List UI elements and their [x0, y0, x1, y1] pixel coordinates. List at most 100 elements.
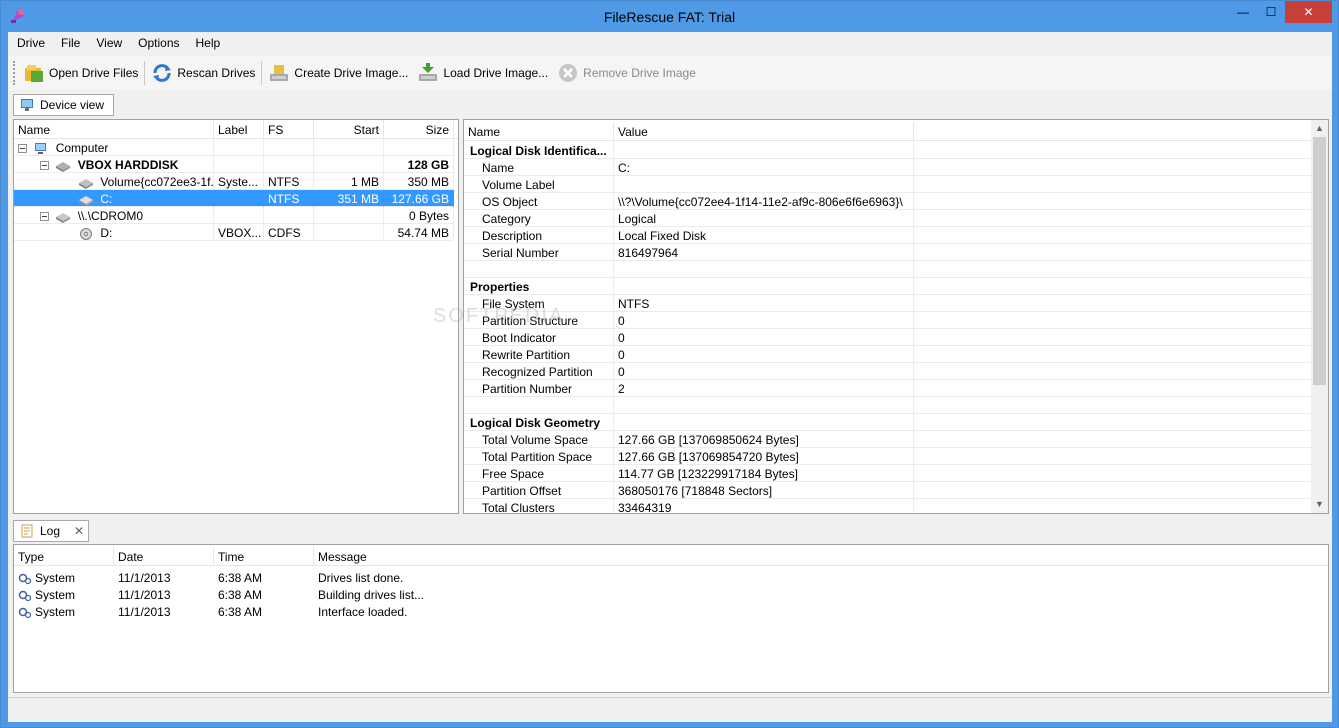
load-image-icon	[417, 62, 439, 84]
props-filler-cell	[914, 346, 1313, 363]
tree-row-c-drive[interactable]: C: NTFS 351 MB 127.66 GB	[14, 190, 454, 207]
props-name-cell: Total Partition Space	[464, 448, 614, 465]
props-row[interactable]: Partition Structure 0	[464, 312, 1313, 329]
props-row[interactable]: Total Partition Space 127.66 GB [13706985…	[464, 448, 1313, 465]
props-section-row[interactable]: Logical Disk Identifica...	[464, 142, 1313, 159]
load-drive-image-button[interactable]: Load Drive Image...	[414, 59, 551, 87]
props-row[interactable]: Boot Indicator 0	[464, 329, 1313, 346]
tree-cell-size: 0 Bytes	[384, 207, 454, 224]
props-row[interactable]	[464, 397, 1313, 414]
props-filler-cell	[914, 261, 1313, 278]
log-type-label: System	[35, 571, 76, 585]
scroll-thumb[interactable]	[1313, 137, 1326, 385]
props-vertical-scrollbar[interactable]: ▲ ▼	[1311, 120, 1328, 513]
props-row[interactable]: Category Logical	[464, 210, 1313, 227]
tab-log-close[interactable]: ✕	[74, 524, 84, 538]
tree-cell-size: 350 MB	[384, 173, 454, 190]
props-row[interactable]: Total Volume Space 127.66 GB [13706985062…	[464, 431, 1313, 448]
props-header-value[interactable]: Value	[614, 122, 914, 141]
props-value-cell: \\?\Volume{cc072ee4-1f14-11e2-af9c-806e6…	[614, 193, 914, 210]
collapse-toggle[interactable]	[40, 161, 49, 171]
cdrom-drive-icon	[55, 211, 71, 223]
collapse-toggle[interactable]	[18, 144, 27, 154]
props-header-name[interactable]: Name	[464, 122, 614, 141]
title-bar[interactable]: FileRescue FAT: Trial — ☐ ✕	[1, 1, 1338, 32]
remove-drive-image-button[interactable]: Remove Drive Image	[554, 59, 699, 87]
collapse-toggle[interactable]	[40, 212, 49, 222]
tree-row-vbox-harddisk[interactable]: VBOX HARDDISK 128 GB	[14, 156, 454, 173]
log-cell-message: Interface loaded.	[318, 605, 408, 619]
tree-cell-fs	[264, 207, 314, 224]
menu-file[interactable]: File	[53, 32, 88, 54]
tree-cell-start	[314, 156, 384, 173]
props-row[interactable]: Partition Number 2	[464, 380, 1313, 397]
menu-options[interactable]: Options	[130, 32, 187, 54]
rescan-drives-button[interactable]: Rescan Drives	[148, 59, 258, 87]
tab-log-label: Log	[40, 524, 61, 538]
minimize-button[interactable]: —	[1229, 1, 1257, 23]
tree-cell-size: 128 GB	[384, 156, 454, 173]
tree-header-label[interactable]: Label	[214, 120, 264, 139]
tree-header-fs[interactable]: FS	[264, 120, 314, 139]
tree-header-start[interactable]: Start	[314, 120, 384, 139]
props-row[interactable]	[464, 261, 1313, 278]
props-row[interactable]: Rewrite Partition 0	[464, 346, 1313, 363]
log-type-label: System	[35, 588, 76, 602]
props-name-cell: Free Space	[464, 465, 614, 482]
tree-cell-start	[314, 207, 384, 224]
props-row[interactable]: File System NTFS	[464, 295, 1313, 312]
props-row[interactable]: Name C:	[464, 159, 1313, 176]
tree-header-size[interactable]: Size	[384, 120, 454, 139]
log-header-date[interactable]: Date	[114, 547, 214, 566]
props-row[interactable]: Serial Number 816497964	[464, 244, 1313, 261]
open-drive-files-button[interactable]: Open Drive Files	[20, 59, 141, 87]
tree-cell-fs: NTFS	[264, 173, 314, 190]
create-drive-image-button[interactable]: Create Drive Image...	[265, 59, 411, 87]
volume-icon	[78, 194, 94, 206]
log-grid[interactable]: Type Date Time Message System 11/1/2013 6:…	[13, 544, 1329, 693]
props-header-filler	[914, 122, 1313, 141]
tree-row-d-drive[interactable]: D: VBOX... CDFS 54.74 MB	[14, 224, 454, 241]
rescan-drives-label: Rescan Drives	[177, 66, 256, 80]
props-row[interactable]: Recognized Partition 0	[464, 363, 1313, 380]
log-cell-type: System	[14, 569, 114, 586]
scroll-up-arrow[interactable]: ▲	[1311, 120, 1328, 137]
log-header-message[interactable]: Message	[314, 547, 1328, 566]
props-row[interactable]: OS Object \\?\Volume{cc072ee4-1f14-11e2-a…	[464, 193, 1313, 210]
close-button[interactable]: ✕	[1285, 1, 1332, 23]
scroll-down-arrow[interactable]: ▼	[1311, 496, 1328, 513]
menu-view[interactable]: View	[88, 32, 130, 54]
properties-grid[interactable]: Name Value Logical Disk Identifica... Nam…	[463, 119, 1329, 514]
tree-header-name[interactable]: Name	[14, 120, 214, 139]
props-name-cell: Boot Indicator	[464, 329, 614, 346]
tab-log[interactable]: Log ✕	[13, 520, 89, 542]
props-value-cell: NTFS	[614, 295, 914, 312]
log-row[interactable]: System 11/1/2013 6:38 AM Building drives li…	[14, 586, 1328, 603]
props-row[interactable]: Total Clusters 33464319	[464, 499, 1313, 513]
maximize-button[interactable]: ☐	[1257, 1, 1285, 23]
tree-cell-label: Syste...	[214, 173, 264, 190]
props-section-row[interactable]: Logical Disk Geometry	[464, 414, 1313, 431]
props-value-cell: 816497964	[614, 244, 914, 261]
tree-cell-label	[214, 190, 264, 207]
props-section-row[interactable]: Properties	[464, 278, 1313, 295]
device-tree[interactable]: Name Label FS Start Size Computer VBOX H…	[13, 119, 459, 514]
tree-row-volume[interactable]: Volume{cc072ee3-1f... Syste... NTFS 1 MB…	[14, 173, 454, 190]
menu-help[interactable]: Help	[188, 32, 229, 54]
log-header-type[interactable]: Type	[14, 547, 114, 566]
props-filler-cell	[914, 278, 1313, 295]
log-row[interactable]: System 11/1/2013 6:38 AM Interface loaded.	[14, 603, 1328, 620]
props-row[interactable]: Partition Offset 368050176 [718848 Sector…	[464, 482, 1313, 499]
log-row[interactable]: System 11/1/2013 6:38 AM Drives list done.	[14, 569, 1328, 586]
menu-drive[interactable]: Drive	[8, 32, 53, 54]
tab-device-view[interactable]: Device view	[13, 94, 114, 116]
tree-row-cdrom[interactable]: \\.\CDROM0 0 Bytes	[14, 207, 454, 224]
tree-row-computer[interactable]: Computer	[14, 139, 454, 156]
log-cell-time: 6:38 AM	[218, 605, 263, 619]
props-row[interactable]: Description Local Fixed Disk	[464, 227, 1313, 244]
log-header-time[interactable]: Time	[214, 547, 314, 566]
props-row[interactable]: Volume Label	[464, 176, 1313, 193]
props-value-cell	[614, 261, 914, 278]
toolbar-grip[interactable]	[13, 61, 16, 85]
props-row[interactable]: Free Space 114.77 GB [123229917184 Bytes]	[464, 465, 1313, 482]
